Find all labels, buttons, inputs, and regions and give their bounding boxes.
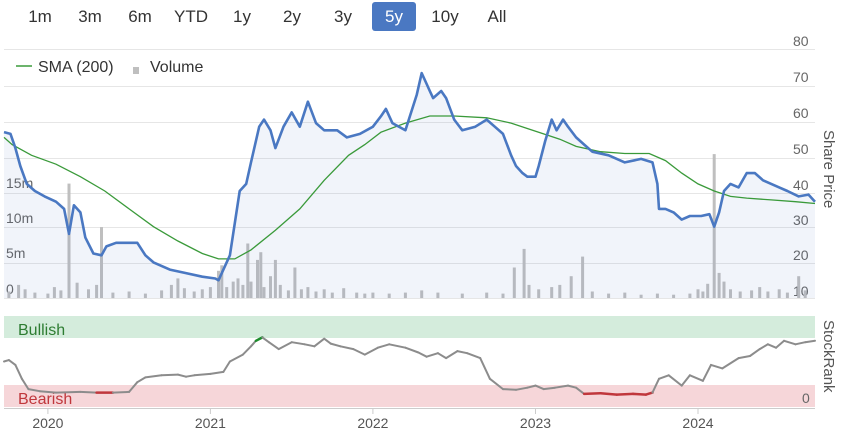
stockrank-panel: Bullish Bearish 0 StockRank: [3, 316, 837, 408]
stockrank-segment: [185, 374, 196, 378]
stockrank-segment: [352, 348, 366, 356]
time-axis: 2020 2021 2022 2023 2024: [4, 408, 815, 431]
price-tick-80: 80: [793, 33, 809, 49]
stockrank-segment: [804, 339, 816, 344]
stockrank-segment: [267, 341, 280, 351]
stockrank-segment: [329, 342, 342, 348]
stockrank-segment: [737, 355, 751, 360]
legend-volume-label[interactable]: Volume: [150, 59, 203, 76]
stockrank-segment: [193, 372, 212, 377]
stockrank-segment: [55, 390, 82, 394]
stockrank-segment: [710, 363, 724, 370]
stockrank-segment: [582, 391, 602, 396]
stockrank-segment: [313, 337, 326, 348]
year-label-2022: 2022: [357, 415, 388, 431]
stockrank-segment: [277, 341, 293, 351]
stockrank-segment: [339, 345, 355, 351]
stockrank-segment: [144, 374, 163, 379]
legend-sma-label[interactable]: SMA (200): [38, 59, 114, 76]
stockrank-segment: [599, 391, 618, 396]
stockrank-segment: [794, 341, 807, 346]
stockrank-segment: [466, 352, 482, 360]
stockrank-segment: [688, 374, 704, 382]
stockrank-segment: [241, 345, 252, 356]
stockrank-segment: [290, 341, 306, 346]
stockrank-segment: [376, 343, 391, 349]
stockrank-zero-tick: 0: [802, 390, 810, 406]
stockrank-segment: [758, 343, 769, 351]
stockrank-segment: [456, 350, 469, 355]
bearish-band: [4, 385, 815, 407]
stockrank-segment: [658, 374, 670, 380]
stockrank-segment: [176, 373, 187, 378]
stockrank-segment: [209, 370, 225, 375]
stockrank-segment: [721, 357, 740, 370]
stockrank-segment: [404, 346, 420, 354]
year-label-2023: 2023: [520, 415, 551, 431]
stockrank-segment: [479, 357, 491, 380]
stockrank-segment: [542, 386, 556, 391]
stockrank-segment: [445, 350, 459, 360]
legend: SMA (200) Volume: [16, 59, 203, 76]
stockrank-segment: [775, 339, 786, 349]
bullish-band: [4, 316, 815, 338]
stockrank-segment: [136, 376, 147, 384]
stockrank-segment: [436, 352, 448, 360]
stockrank-segment: [749, 348, 761, 357]
stockrank-segment: [38, 390, 57, 394]
stockrank-segment: [160, 373, 179, 377]
stockrank-segment: [667, 374, 683, 387]
stockrank-segment: [502, 388, 517, 391]
stockrank-segment: [222, 360, 231, 373]
stockrank-segment: [615, 392, 635, 396]
price-tick-40: 40: [793, 177, 809, 193]
stockrank-segment: [79, 390, 98, 394]
stockrank-segment: [417, 351, 428, 358]
stockrank-segment: [7, 359, 17, 366]
stockrank-segment: [783, 339, 797, 346]
stockrank-segment: [363, 346, 379, 356]
price-axis-title: Share Price: [820, 130, 837, 208]
price-tick-50: 50: [793, 141, 809, 157]
bullish-label: Bullish: [18, 322, 65, 339]
bearish-label: Bearish: [18, 391, 72, 408]
year-label-2020: 2020: [32, 415, 63, 431]
volume-legend-swatch: [133, 67, 139, 74]
stockrank-segment: [680, 374, 691, 387]
stock-chart: SMA (200) Volume 80 70 60 50 40 30 20 10…: [3, 33, 837, 431]
price-area-fill: [4, 73, 815, 298]
stockrank-segment: [388, 343, 407, 349]
stockrank-segment: [701, 363, 712, 382]
stockrank-segment: [111, 390, 131, 394]
stockrank-segment: [14, 363, 23, 380]
price-tick-70: 70: [793, 69, 809, 85]
stockrank-segment: [303, 343, 316, 348]
stockrank-axis-title: StockRank: [820, 320, 837, 393]
year-label-2024: 2024: [682, 415, 713, 431]
stockrank-segment: [766, 343, 777, 349]
year-label-2021: 2021: [195, 415, 226, 431]
stockrank-segment: [261, 336, 270, 344]
stockrank-segment: [228, 353, 244, 363]
stockrank-segment: [425, 352, 439, 358]
stockrank-segment: [323, 337, 332, 345]
stockrank-segment: [631, 392, 648, 396]
price-tick-60: 60: [793, 105, 809, 121]
